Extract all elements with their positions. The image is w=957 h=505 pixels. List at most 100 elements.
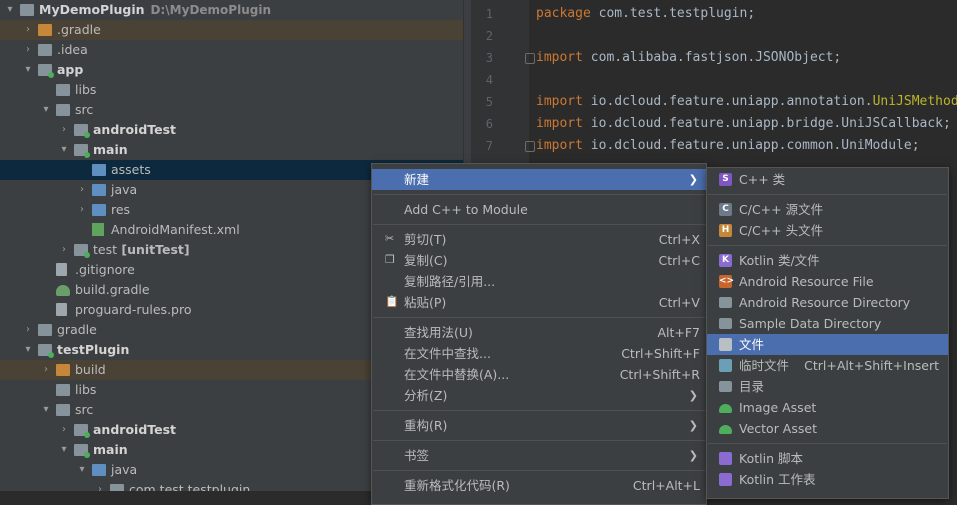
menu-separator <box>373 317 705 318</box>
xml-file-icon <box>92 223 104 236</box>
folder-icon <box>92 184 106 196</box>
tree-item-name: gradle <box>57 322 97 337</box>
chevron-right-icon[interactable]: › <box>76 180 88 200</box>
context-menu: 新建 ❯ Add C++ to Module ✂ 剪切(T) Ctrl+X ❐ 复制(C) Ct… <box>371 163 707 505</box>
line-number: 3 <box>485 51 493 65</box>
menu-item[interactable]: Add C++ to Module <box>372 199 706 220</box>
code-token: io.dcloud.feature.uniapp.annotation. <box>590 94 873 109</box>
tree-row[interactable]: › .idea <box>0 40 463 60</box>
tree-item-name: main <box>93 142 128 157</box>
chevron-down-icon[interactable]: ▾ <box>76 460 88 480</box>
tree-row[interactable]: › androidTest <box>0 120 463 140</box>
menu-item[interactable]: 在文件中替换(A)... Ctrl+Shift+R <box>372 364 706 385</box>
tree-item-name: proguard-rules.pro <box>75 302 192 317</box>
submenu-item[interactable]: Kotlin 脚本 <box>707 448 948 469</box>
tree-row[interactable]: › .gradle <box>0 20 463 40</box>
chevron-right-icon[interactable]: › <box>40 360 52 380</box>
code-line[interactable]: import io.dcloud.feature.uniapp.common.U… <box>536 135 920 157</box>
folder-icon <box>20 4 34 16</box>
submenu-item[interactable]: K Kotlin 类/文件 <box>707 250 948 271</box>
chevron-right-icon[interactable]: › <box>22 320 34 340</box>
tree-row[interactable]: libs <box>0 80 463 100</box>
menu-item[interactable]: 重构(R) ❯ <box>372 415 706 436</box>
menu-item[interactable]: 新建 ❯ <box>372 169 706 190</box>
tree-row[interactable]: ▾ app <box>0 60 463 80</box>
chevron-down-icon[interactable]: ▾ <box>22 60 34 80</box>
code-line[interactable]: package com.test.testplugin; <box>536 3 755 25</box>
submenu-item[interactable]: <> Android Resource File <box>707 271 948 292</box>
menu-item[interactable]: 查找用法(U) Alt+F7 <box>372 322 706 343</box>
tree-row[interactable]: ▾ src <box>0 100 463 120</box>
menu-item[interactable]: 📋 粘贴(P) Ctrl+V <box>372 292 706 313</box>
menu-item[interactable]: 复制路径/引用... <box>372 271 706 292</box>
submenu-item[interactable]: 临时文件 Ctrl+Alt+Shift+Insert <box>707 355 948 376</box>
menu-item[interactable]: 书签 ❯ <box>372 445 706 466</box>
chevron-down-icon[interactable]: ▾ <box>58 140 70 160</box>
chevron-right-icon[interactable]: › <box>94 480 106 491</box>
tree-item-name: AndroidManifest.xml <box>111 222 240 237</box>
tree-item-name: libs <box>75 82 97 97</box>
chevron-right-icon[interactable]: › <box>22 20 34 40</box>
kotlin-icon: K <box>719 254 732 267</box>
tree-item-label: assets <box>111 160 151 180</box>
tree-item-name: com.test.testplugin <box>129 482 251 491</box>
chevron-right-icon[interactable]: › <box>58 420 70 440</box>
folder-icon <box>56 84 70 96</box>
tree-item-label: gradle <box>57 320 97 340</box>
line-number: 6 <box>485 117 493 131</box>
menu-item-shortcut: Ctrl+X <box>658 232 700 247</box>
folder-icon <box>38 324 52 336</box>
code-token: package <box>536 6 599 21</box>
chevron-right-icon[interactable]: › <box>58 240 70 260</box>
chevron-right-icon[interactable]: › <box>58 120 70 140</box>
tree-item-label: src <box>75 400 93 420</box>
tree-row[interactable]: ▾ main <box>0 140 463 160</box>
submenu-item[interactable]: Vector Asset <box>707 418 948 439</box>
menu-item-shortcut: Ctrl+V <box>658 295 700 310</box>
code-token: io.dcloud.feature.uniapp.common.UniModul… <box>590 138 920 153</box>
submenu-item[interactable]: C C/C++ 源文件 <box>707 199 948 220</box>
tree-item-label: .idea <box>57 40 88 60</box>
tree-item-label: res <box>111 200 130 220</box>
tree-row[interactable]: ▾ MyDemoPlugin D:\MyDemoPlugin <box>0 0 463 20</box>
fold-icon[interactable] <box>525 53 535 64</box>
cpp-header-icon: H <box>719 224 732 237</box>
chevron-down-icon[interactable]: ▾ <box>40 100 52 120</box>
folder-icon <box>719 318 732 329</box>
submenu-item[interactable]: 文件 <box>707 334 948 355</box>
submenu-item[interactable]: S C++ 类 <box>707 169 948 190</box>
code-line[interactable]: import io.dcloud.feature.uniapp.annotati… <box>536 91 957 113</box>
chevron-down-icon[interactable]: ▾ <box>22 340 34 360</box>
chevron-right-icon[interactable]: › <box>22 40 34 60</box>
menu-item[interactable]: ❐ 复制(C) Ctrl+C <box>372 250 706 271</box>
submenu-item[interactable]: H C/C++ 头文件 <box>707 220 948 241</box>
menu-item-label: 复制(C) <box>404 253 448 268</box>
code-line[interactable]: import com.alibaba.fastjson.JSONObject; <box>536 47 841 69</box>
fold-icon[interactable] <box>525 141 535 152</box>
chevron-right-icon[interactable]: › <box>76 200 88 220</box>
menu-item-label: Add C++ to Module <box>404 202 528 217</box>
tree-item-label: .gitignore <box>75 260 135 280</box>
submenu-item[interactable]: Sample Data Directory <box>707 313 948 334</box>
chevron-down-icon[interactable]: ▾ <box>40 400 52 420</box>
submenu-item[interactable]: Kotlin 工作表 <box>707 469 948 490</box>
tree-item-label: proguard-rules.pro <box>75 300 192 320</box>
code-line[interactable]: import io.dcloud.feature.uniapp.bridge.U… <box>536 113 951 135</box>
chevron-down-icon[interactable]: ▾ <box>4 0 16 20</box>
menu-item[interactable]: 分析(Z) ❯ <box>372 385 706 406</box>
tree-item-name: androidTest <box>93 422 177 437</box>
submenu-item-label: Kotlin 工作表 <box>739 472 816 487</box>
submenu-arrow-icon: ❯ <box>688 449 698 462</box>
menu-item[interactable]: 在文件中查找... Ctrl+Shift+F <box>372 343 706 364</box>
submenu-item[interactable]: Android Resource Directory <box>707 292 948 313</box>
android-icon <box>719 404 732 413</box>
folder-icon <box>719 297 732 308</box>
submenu-item[interactable]: 目录 <box>707 376 948 397</box>
menu-item[interactable]: 重新格式化代码(R) Ctrl+Alt+L <box>372 475 706 496</box>
folder-icon <box>92 164 106 176</box>
menu-item[interactable]: ✂ 剪切(T) Ctrl+X <box>372 229 706 250</box>
submenu-item[interactable]: Image Asset <box>707 397 948 418</box>
tree-item-name: MyDemoPlugin <box>39 2 145 17</box>
chevron-down-icon[interactable]: ▾ <box>58 440 70 460</box>
file-icon <box>719 338 732 351</box>
